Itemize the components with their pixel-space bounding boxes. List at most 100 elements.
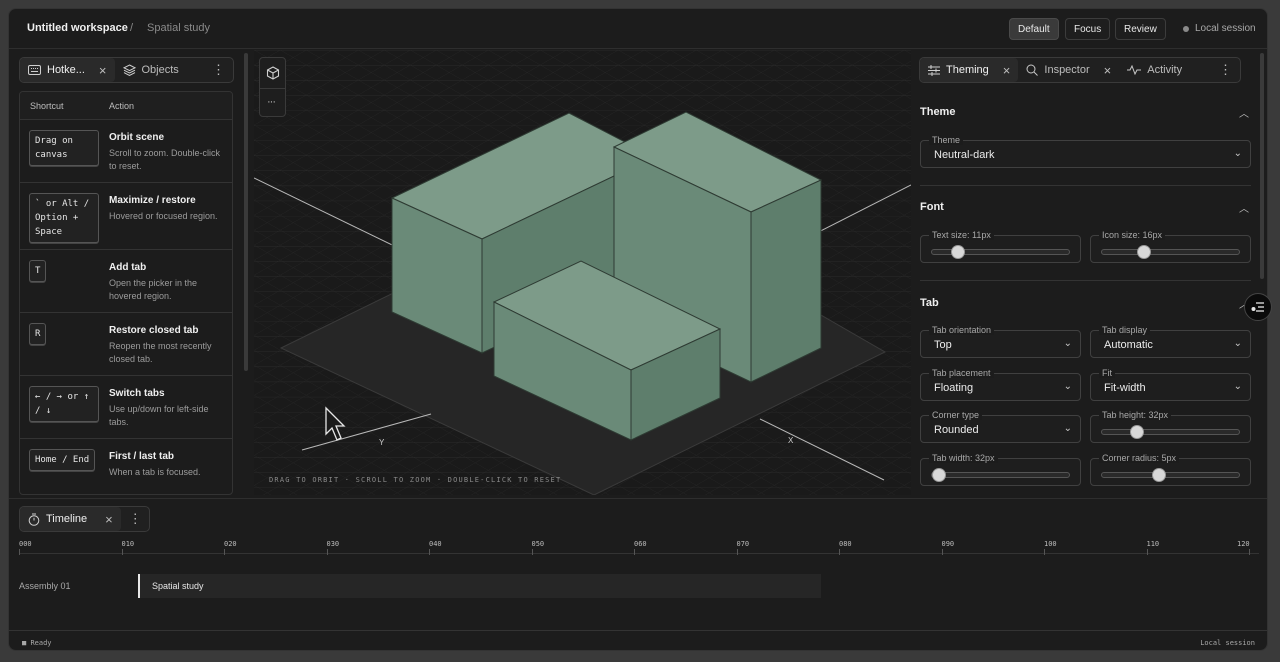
field-label: Tab orientation (929, 325, 995, 335)
more-horizontal-icon[interactable]: ··· (267, 96, 276, 108)
slider-knob[interactable] (950, 245, 965, 259)
mode-default-button[interactable]: Default (1009, 18, 1059, 40)
3d-viewport[interactable]: Y X ··· DRAG TO ORBIT · SCROLL TO ZOOM ·… (254, 50, 911, 495)
close-icon[interactable]: × (1003, 64, 1011, 77)
tab-timeline[interactable]: Timeline × (20, 507, 121, 531)
chevron-up-icon[interactable]: ︿ (1239, 200, 1249, 215)
field-label: Tab width: 32px (929, 453, 998, 463)
slider-knob[interactable] (1152, 468, 1166, 482)
timeline-tick-label: 100 (1044, 540, 1057, 548)
close-icon[interactable]: × (1104, 64, 1112, 77)
breadcrumb-separator: / (130, 22, 134, 34)
fit-select[interactable]: Fit Fit-width ⌄ (1090, 368, 1251, 401)
field-value: Top (934, 339, 952, 351)
settings-fab-button[interactable] (1244, 293, 1272, 321)
left-scrollbar[interactable] (244, 53, 248, 371)
timeline-tick-label: 050 (531, 540, 545, 548)
clip-label: Spatial study (152, 581, 204, 591)
action-description: Scroll to zoom. Double-click to reset. (109, 148, 221, 171)
timeline-tick-mark (326, 549, 328, 555)
tab-display-select[interactable]: Tab display Automatic ⌄ (1090, 325, 1251, 358)
tab-activity-label: Activity (1147, 64, 1183, 76)
section-tab-title[interactable]: Tab (920, 297, 939, 309)
region-divider[interactable] (9, 498, 1267, 499)
close-icon[interactable]: × (105, 513, 113, 526)
action-description: Hovered or focused region. (109, 211, 218, 221)
field-label: Corner type (929, 410, 983, 420)
workspace-crumb[interactable]: Untitled workspace (27, 22, 128, 34)
track-label: Assembly 01 (19, 581, 71, 591)
tab-hotkeys[interactable]: Hotke... × (20, 58, 115, 82)
corner-type-select[interactable]: Corner type Rounded ⌄ (920, 410, 1081, 443)
timeline-tick-mark (429, 549, 430, 555)
mode-review-button[interactable]: Review (1115, 18, 1166, 40)
session-indicator: Local session (1183, 23, 1256, 34)
timeline-tick-label: 010 (121, 540, 135, 548)
timeline-tick-mark (1249, 549, 1250, 555)
project-crumb[interactable]: Spatial study (147, 22, 210, 34)
theme-select[interactable]: Theme Neutral-dark ⌄ (920, 135, 1251, 168)
kebab-menu-icon[interactable]: ⋮ (1211, 62, 1240, 78)
timeline-clip[interactable]: Spatial study (138, 574, 821, 598)
timeline-tick-mark (19, 549, 20, 555)
chevron-down-icon: ⌄ (1063, 381, 1072, 392)
section-font-title[interactable]: Font (920, 201, 944, 213)
timeline-tick-label: 020 (224, 540, 237, 548)
timeline-ruler[interactable]: 000 010 020 030 040 050 060 070 080 090 100 110 120 (19, 540, 1259, 555)
icon-size-slider[interactable]: Icon size: 16px (1090, 230, 1251, 263)
mode-focus-button[interactable]: Focus (1065, 18, 1111, 40)
table-row: Drag on canvas Orbit scene Scroll to zoom… (20, 120, 232, 183)
action-title: Maximize / restore (109, 195, 196, 206)
tab-theming[interactable]: Theming × (920, 58, 1019, 82)
activity-icon (1127, 65, 1142, 75)
icon-size-label: Icon size: 16px (1099, 230, 1166, 240)
tab-height-slider[interactable]: Tab height: 32px (1090, 410, 1251, 443)
field-label: Fit (1099, 368, 1115, 378)
column-action: Action (109, 100, 135, 111)
slider-knob[interactable] (932, 468, 946, 482)
text-size-slider[interactable]: Text size: 11px (920, 230, 1081, 263)
session-dot-icon (1183, 25, 1189, 32)
app-window: Untitled workspace / Spatial study Defau… (8, 8, 1268, 651)
tab-placement-select[interactable]: Tab placement Floating ⌄ (920, 368, 1081, 401)
tab-activity[interactable]: Activity (1119, 58, 1190, 82)
timeline-tick-label: 110 (1146, 540, 1160, 548)
kebab-menu-icon[interactable]: ⋮ (121, 511, 150, 527)
table-row: Home / End First / last tab When a tab is… (20, 439, 232, 494)
timeline-tick-label: 040 (429, 540, 442, 548)
chevron-up-icon[interactable]: ︿ (1239, 105, 1249, 120)
close-icon[interactable]: × (99, 64, 107, 77)
shortcut-key: Drag on canvas (29, 130, 99, 166)
status-bar: ■ Ready Local session (9, 630, 1267, 650)
slider-knob[interactable] (1137, 245, 1151, 259)
field-value: Floating (934, 382, 974, 394)
section-theme-title[interactable]: Theme (920, 106, 955, 118)
timeline-tick-mark (736, 549, 738, 555)
timeline-tabbar: Timeline × ⋮ (19, 506, 150, 532)
theme-value: Neutral-dark (934, 149, 995, 161)
tab-orientation-select[interactable]: Tab orientation Top ⌄ (920, 325, 1081, 358)
corner-radius-slider[interactable]: Corner radius: 5px (1090, 453, 1251, 486)
slider-knob[interactable] (1129, 425, 1144, 439)
cube-icon[interactable] (266, 66, 280, 80)
tab-objects-label: Objects (141, 64, 179, 76)
tab-inspector[interactable]: Inspector × (1018, 58, 1119, 82)
kebab-menu-icon[interactable]: ⋮ (204, 62, 233, 78)
right-scrollbar[interactable] (1260, 53, 1264, 279)
scene-canvas[interactable]: Y X (254, 50, 911, 495)
list-settings-icon (1251, 302, 1264, 312)
viewport-hint: DRAG TO ORBIT · SCROLL TO ZOOM · DOUBLE-… (269, 476, 562, 484)
timeline-tick-mark (1146, 549, 1148, 555)
hotkeys-table: Shortcut Action Drag on canvas Orbit sce… (19, 91, 233, 495)
chevron-down-icon: ⌄ (1233, 338, 1242, 349)
status-ready-label: Ready (30, 639, 52, 647)
timeline-tick-mark (121, 549, 123, 555)
timeline-tick-mark (531, 549, 533, 555)
left-tabbar: Hotke... × Objects ⋮ (19, 57, 234, 83)
tab-width-slider[interactable]: Tab width: 32px (920, 453, 1081, 486)
chevron-down-icon: ⌄ (1233, 381, 1242, 392)
table-header: Shortcut Action (20, 92, 232, 120)
tab-hotkeys-label: Hotke... (47, 64, 85, 76)
tab-objects[interactable]: Objects (115, 58, 187, 82)
timeline-tick-mark (634, 549, 635, 555)
